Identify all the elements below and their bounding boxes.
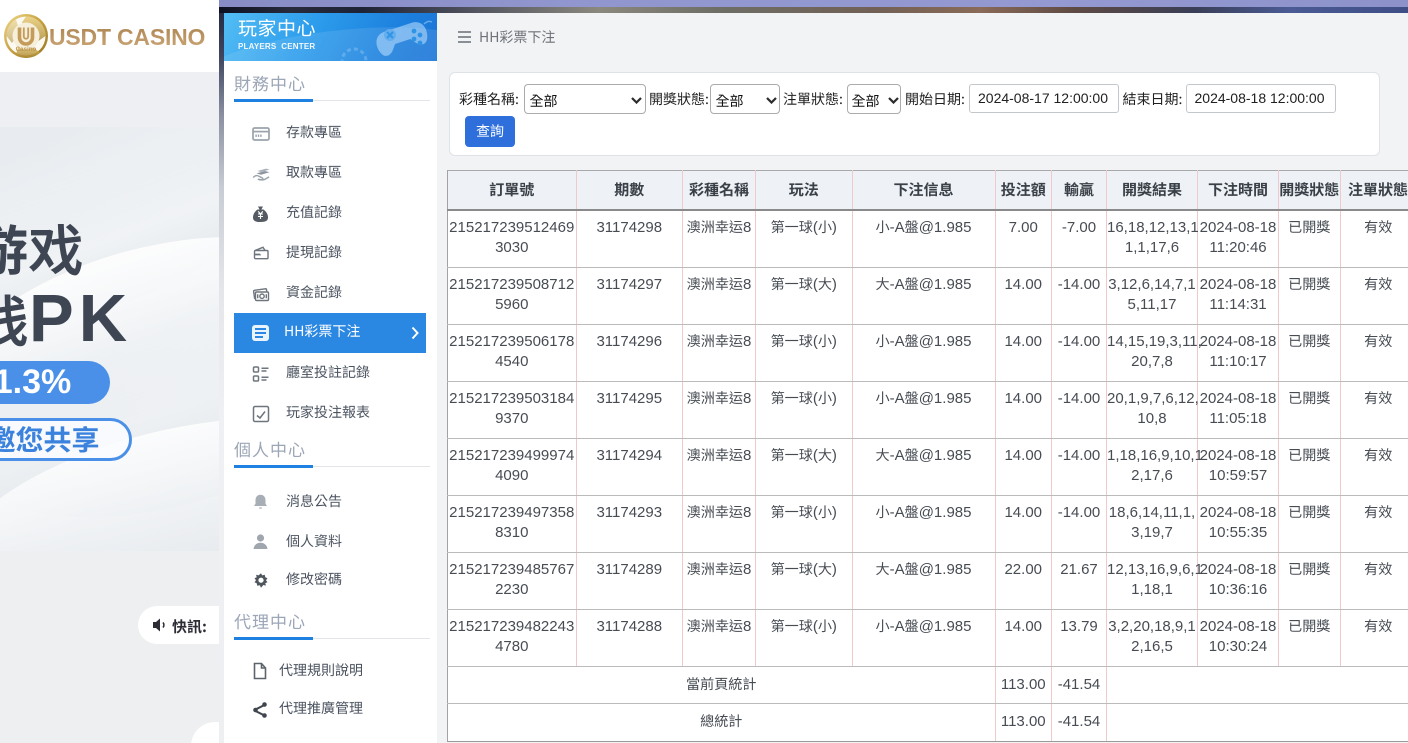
svg-text:Casino: Casino <box>16 46 37 53</box>
